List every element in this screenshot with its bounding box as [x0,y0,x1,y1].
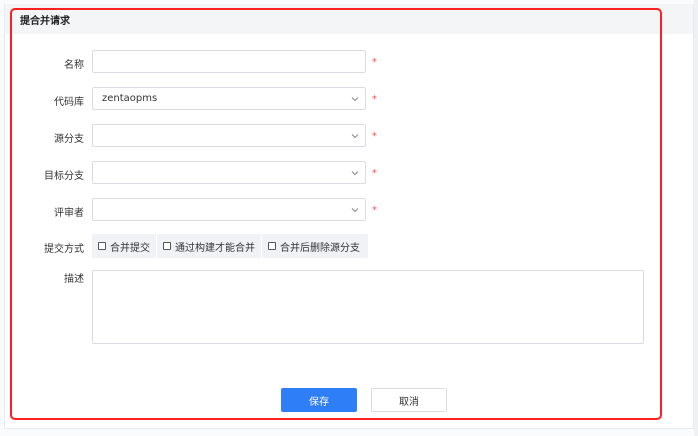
reviewer-required-mark: * [372,205,377,216]
option-merge-after-build-label: 通过构建才能合并 [175,242,255,254]
repo-required-mark: * [372,94,377,105]
target-branch-select[interactable] [92,161,366,184]
panel-header [5,4,693,34]
chevron-down-icon [351,134,359,139]
option-merge-after-build[interactable]: 通过构建才能合并 [157,234,262,258]
description-label: 描述 [64,274,84,285]
submit-method-label: 提交方式 [44,244,84,255]
target-branch-label: 目标分支 [44,171,84,182]
repo-select[interactable]: zentaopms [92,87,366,110]
name-label: 名称 [64,60,84,71]
checkbox-unchecked-icon[interactable] [98,242,106,250]
checkbox-unchecked-icon[interactable] [268,242,276,250]
description-textarea[interactable] [92,270,644,344]
page: 提合并请求 名称 * 代码库 zentaopms * 源分支 * 目标分支 * … [0,0,698,436]
name-input[interactable] [93,51,365,72]
reviewer-select[interactable] [92,198,366,221]
reviewer-label: 评审者 [54,208,84,219]
page-title: 提合并请求 [20,16,70,27]
name-required-mark: * [372,57,377,68]
chevron-down-icon [351,97,359,102]
option-merge-commit[interactable]: 合并提交 [92,234,157,258]
checkbox-unchecked-icon[interactable] [163,242,171,250]
repo-select-value: zentaopms [102,93,158,104]
source-branch-label: 源分支 [54,134,84,145]
cancel-button[interactable]: 取消 [371,388,447,412]
option-delete-source-branch[interactable]: 合并后删除源分支 [262,234,366,258]
chevron-down-icon [351,208,359,213]
target-branch-required-mark: * [372,168,377,179]
chevron-down-icon [351,171,359,176]
page-scrollbar[interactable] [694,0,698,436]
source-branch-select[interactable] [92,124,366,147]
option-merge-commit-label: 合并提交 [110,242,150,254]
option-delete-source-branch-label: 合并后删除源分支 [280,242,360,254]
submit-method-options: 合并提交 通过构建才能合并 合并后删除源分支 [92,234,368,258]
save-button[interactable]: 保存 [281,388,357,412]
source-branch-required-mark: * [372,131,377,142]
repo-label: 代码库 [54,97,84,108]
name-field[interactable] [92,50,366,73]
